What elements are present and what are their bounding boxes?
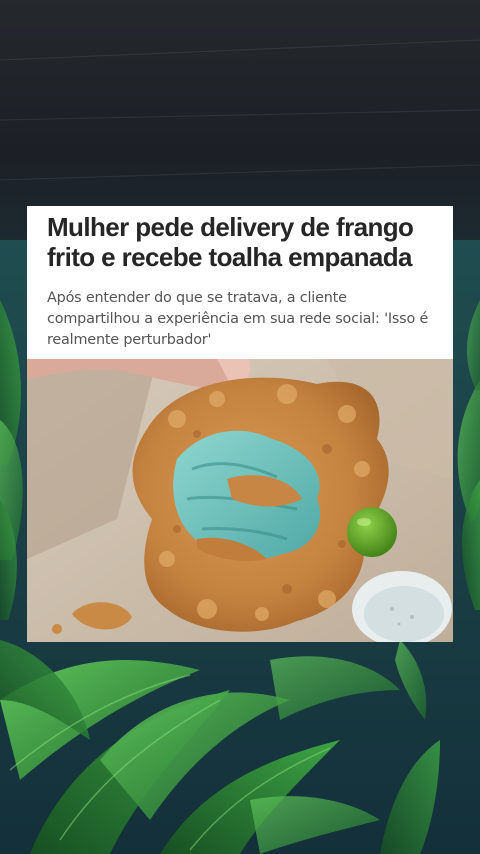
news-headline: Mulher pede delivery de frango frito e r… <box>47 212 414 272</box>
news-subtitle: Após entender do que se tratava, a clien… <box>47 290 429 348</box>
news-card[interactable]: Mulher pede delivery de frango frito e r… <box>27 206 453 642</box>
fried-towel-photo <box>27 359 453 642</box>
